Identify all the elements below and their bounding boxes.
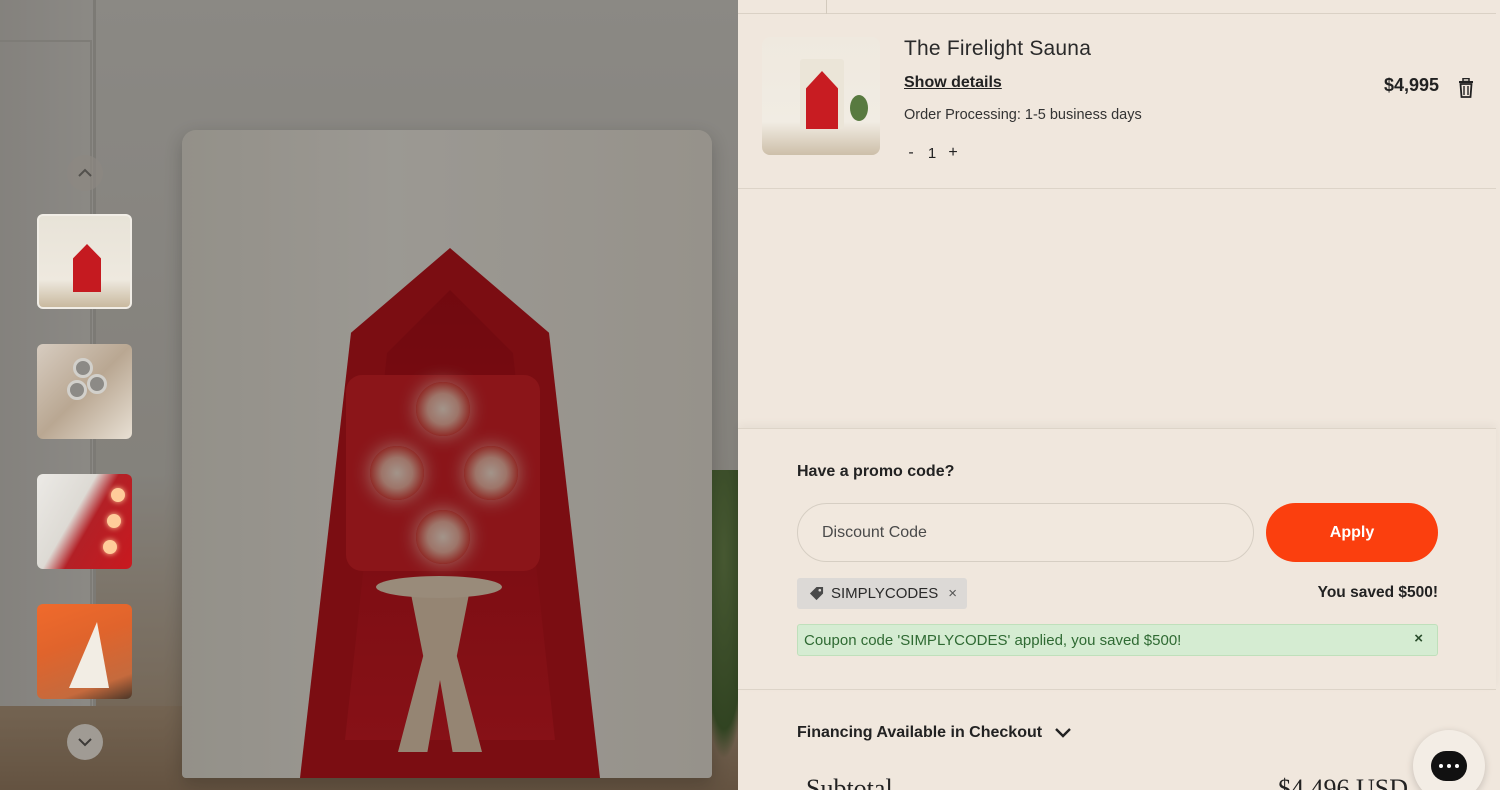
quantity-stepper: - 1 + (904, 144, 960, 162)
thumbnail-sauna (73, 244, 101, 292)
apply-button[interactable]: Apply (1266, 503, 1438, 562)
product-title[interactable]: The Firelight Sauna (904, 37, 1091, 61)
chat-dot (1455, 764, 1459, 768)
alert-close-button[interactable]: × (1414, 630, 1423, 647)
thumbnail-2[interactable] (37, 344, 132, 439)
alert-message: Coupon code 'SIMPLYCODES' applied, you s… (804, 631, 1182, 649)
chat-dot (1447, 764, 1451, 768)
chevron-up-icon (78, 168, 92, 177)
order-processing-text: Order Processing: 1-5 business days (904, 107, 1142, 123)
savings-text: You saved $500! (1317, 584, 1438, 601)
drawer-header (738, 0, 1496, 14)
chat-bubble-icon (1431, 751, 1467, 781)
thumbnail-down-arrow[interactable] (67, 724, 103, 760)
thumbnail-3[interactable] (37, 474, 132, 569)
subtotal-value: $4,496 USD (1278, 774, 1409, 790)
tag-icon (809, 586, 824, 601)
subtotal-label: Subtotal (806, 774, 893, 790)
promo-section: Have a promo code? Apply SIMPLYCODES × Y… (738, 428, 1496, 690)
line-item-price: $4,995 (1384, 75, 1440, 95)
coupon-code-label: SIMPLYCODES (831, 585, 939, 602)
quantity-increase-button[interactable]: + (946, 144, 960, 162)
chat-launcher-button[interactable] (1413, 730, 1485, 790)
chat-dot (1439, 764, 1443, 768)
thumbnail-part (67, 380, 87, 400)
quantity-value[interactable]: 1 (923, 145, 941, 162)
cart-drawer: The Firelight Sauna Show details Order P… (738, 0, 1500, 790)
cart-line-item: The Firelight Sauna Show details Order P… (738, 14, 1496, 189)
coupon-success-alert: Coupon code 'SIMPLYCODES' applied, you s… (797, 624, 1438, 656)
financing-toggle[interactable]: Financing Available in Checkout (797, 724, 1072, 742)
quantity-decrease-button[interactable]: - (904, 144, 918, 162)
applied-coupon-tag: SIMPLYCODES × (797, 578, 968, 609)
product-gallery (0, 0, 738, 790)
product-thumbnail[interactable] (762, 37, 880, 155)
financing-label: Financing Available in Checkout (797, 724, 1043, 741)
thumbnail-part (87, 374, 107, 394)
thumbnail-bulb (107, 514, 121, 528)
show-details-link[interactable]: Show details (904, 74, 1002, 92)
header-divider (826, 0, 827, 14)
thumbnail-bulb (111, 488, 125, 502)
remove-coupon-button[interactable]: × (948, 585, 957, 602)
trash-icon[interactable] (1458, 78, 1474, 98)
discount-code-input[interactable] (797, 503, 1254, 562)
thumbnail-up-arrow[interactable] (67, 155, 103, 191)
chevron-down-icon (78, 738, 92, 747)
thumbnail-1[interactable] (37, 214, 132, 309)
promo-heading: Have a promo code? (797, 463, 955, 480)
chevron-down-icon (1055, 728, 1071, 738)
thumbnail-plant (850, 95, 868, 121)
thumbnail-4[interactable] (37, 604, 132, 699)
thumbnail-bulb (103, 540, 117, 554)
thumbnail-sauna-side (69, 622, 109, 688)
